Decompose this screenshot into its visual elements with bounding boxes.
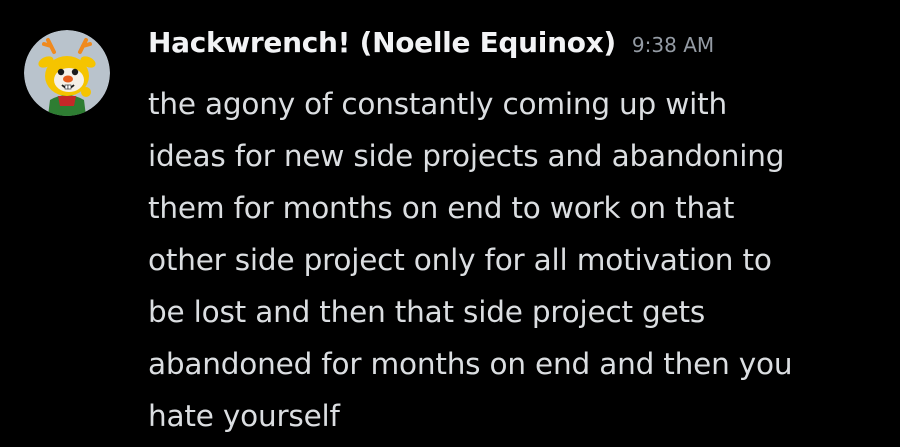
message-line: them for months on end to work on that bbox=[148, 191, 735, 225]
message-line: hate yourself bbox=[148, 399, 340, 433]
timestamp[interactable]: 9:38 AM bbox=[632, 33, 714, 57]
cartoon-deer-avatar-icon bbox=[24, 30, 110, 116]
message-line: be lost and then that side project gets bbox=[148, 295, 706, 329]
message-line: other side project only for all motivati… bbox=[148, 243, 772, 277]
message-content: Hackwrench! (Noelle Equinox) 9:38 AM the… bbox=[148, 26, 883, 442]
message-line: the agony of constantly coming up with bbox=[148, 87, 728, 121]
message-header: Hackwrench! (Noelle Equinox) 9:38 AM bbox=[148, 26, 883, 78]
message-line: ideas for new side projects and abandoni… bbox=[148, 139, 785, 173]
avatar[interactable] bbox=[24, 30, 110, 116]
message-text: the agony of constantly coming up with i… bbox=[148, 78, 883, 442]
chat-message: Hackwrench! (Noelle Equinox) 9:38 AM the… bbox=[0, 0, 900, 447]
username[interactable]: Hackwrench! (Noelle Equinox) bbox=[148, 26, 616, 59]
message-line: abandoned for months on end and then you bbox=[148, 347, 793, 381]
